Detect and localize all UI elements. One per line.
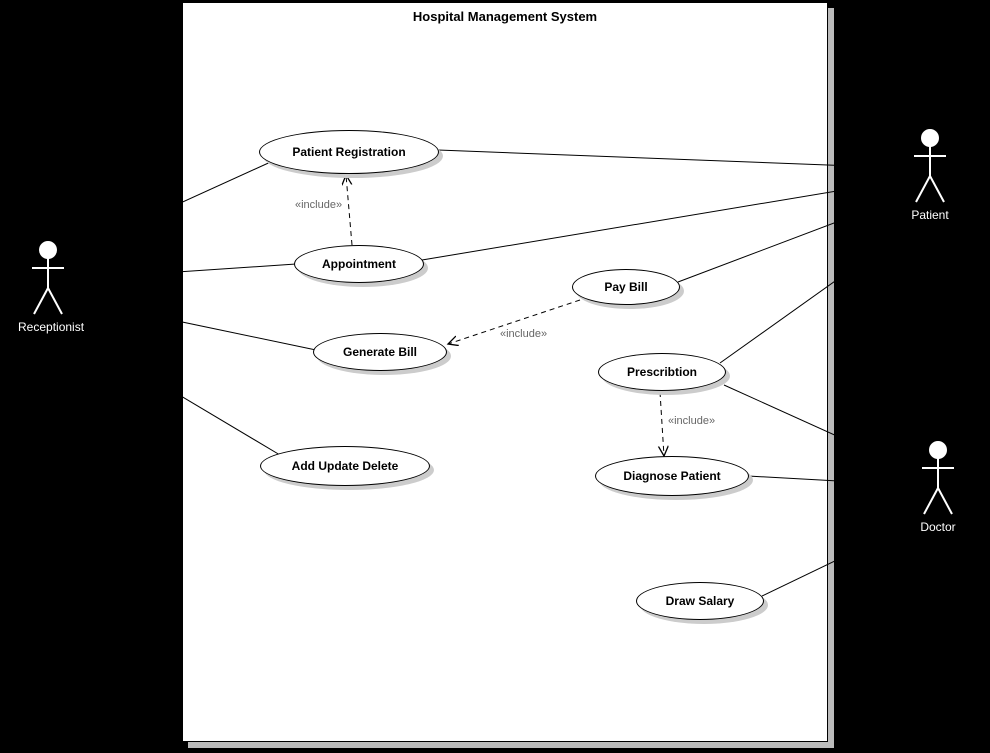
- usecase-draw-salary: Draw Salary: [636, 582, 764, 620]
- actor-patient: Patient: [900, 128, 960, 222]
- usecase-prescription: Prescribtion: [598, 353, 726, 391]
- usecase-label: Appointment: [316, 257, 402, 271]
- usecase-label: Patient Registration: [286, 145, 411, 159]
- usecase-diagnose-patient: Diagnose Patient: [595, 456, 749, 496]
- actor-doctor: Doctor: [908, 440, 968, 534]
- usecase-patient-registration: Patient Registration: [259, 130, 439, 174]
- include-label-3: «include»: [668, 415, 715, 427]
- usecase-generate-bill: Generate Bill: [313, 333, 447, 371]
- usecase-label: Add Update Delete: [286, 459, 405, 473]
- usecase-label: Draw Salary: [660, 594, 741, 608]
- stickman-icon: [28, 240, 68, 318]
- usecase-pay-bill: Pay Bill: [572, 269, 680, 305]
- actor-label: Receptionist: [18, 320, 78, 334]
- usecase-label: Prescribtion: [621, 365, 703, 379]
- stickman-icon: [918, 440, 958, 518]
- usecase-label: Pay Bill: [598, 280, 653, 294]
- usecase-label: Diagnose Patient: [617, 469, 726, 483]
- actor-receptionist: Receptionist: [18, 240, 78, 334]
- usecase-add-update-delete: Add Update Delete: [260, 446, 430, 486]
- usecase-label: Generate Bill: [337, 345, 423, 359]
- system-title: Hospital Management System: [183, 9, 827, 24]
- usecase-appointment: Appointment: [294, 245, 424, 283]
- include-label-2: «include»: [500, 328, 547, 340]
- include-label-1: «include»: [295, 199, 342, 211]
- stickman-icon: [910, 128, 950, 206]
- diagram-canvas: Hospital Management System Receptionist …: [0, 0, 990, 753]
- actor-label: Doctor: [908, 520, 968, 534]
- system-boundary: Hospital Management System: [182, 2, 828, 742]
- actor-label: Patient: [900, 208, 960, 222]
